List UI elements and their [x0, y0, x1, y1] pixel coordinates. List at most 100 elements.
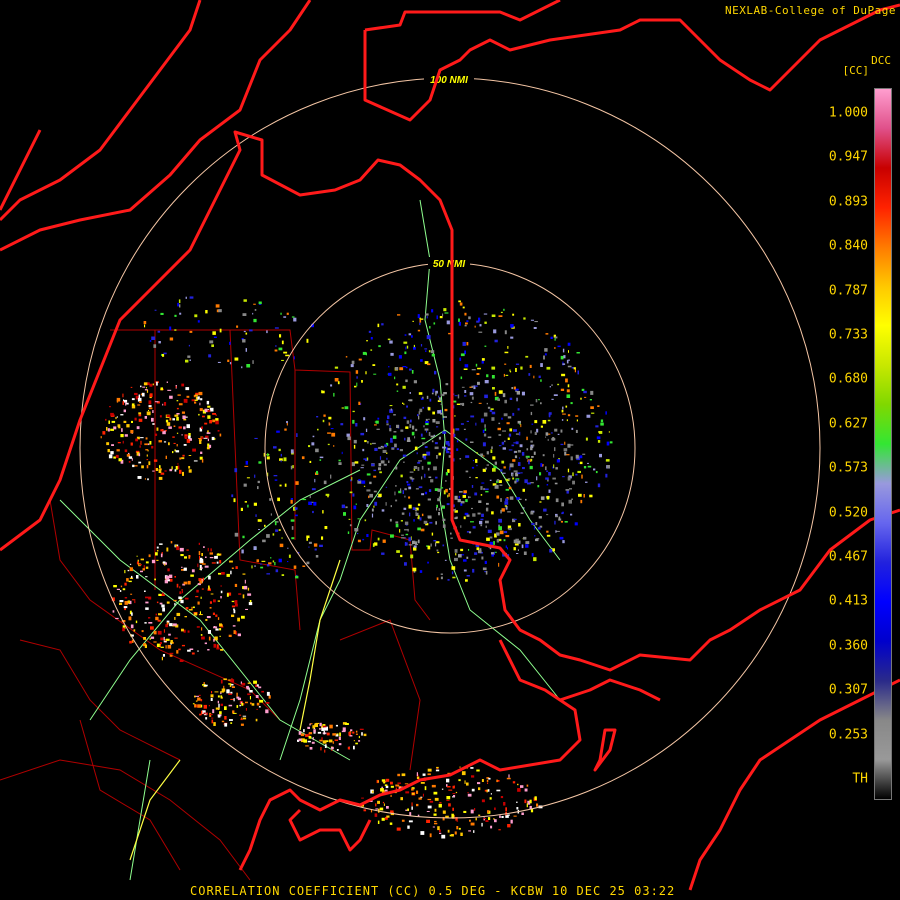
echo-pixel	[365, 428, 368, 432]
echo-pixel	[350, 364, 354, 368]
echo-pixel	[143, 321, 147, 325]
echo-pixel	[148, 405, 152, 408]
echo-pixel	[405, 426, 409, 429]
echo-pixel	[409, 392, 411, 394]
echo-pixel	[404, 334, 407, 336]
echo-pixel	[402, 385, 406, 389]
echo-pixel	[470, 441, 474, 443]
echo-pixel	[178, 648, 181, 651]
echo-pixel	[463, 516, 466, 520]
echo-pixel	[182, 454, 185, 457]
echo-pixel	[211, 717, 214, 719]
echo-pixel	[444, 312, 449, 314]
colorbar-unit: [CC]	[842, 64, 870, 77]
echo-pixel	[134, 392, 138, 396]
echo-pixel	[504, 501, 509, 505]
echo-pixel	[493, 329, 497, 334]
echo-pixel	[515, 368, 517, 372]
echo-pixel	[356, 382, 358, 387]
echo-pixel	[130, 430, 134, 434]
echo-pixel	[244, 579, 246, 584]
echo-pixel	[440, 576, 443, 580]
echo-pixel	[447, 579, 450, 581]
echo-pixel	[233, 498, 236, 503]
echo-pixel	[278, 558, 282, 563]
echo-pixel	[524, 788, 528, 792]
echo-pixel	[215, 304, 220, 308]
echo-pixel	[409, 812, 412, 816]
echo-pixel	[490, 449, 493, 453]
echo-pixel	[386, 457, 388, 460]
echo-pixel	[159, 644, 161, 647]
echo-pixel	[498, 562, 500, 567]
echo-pixel	[255, 695, 259, 698]
echo-pixel	[110, 412, 114, 416]
echo-pixel	[421, 513, 424, 517]
echo-pixel	[328, 422, 330, 426]
echo-pixel	[470, 521, 474, 523]
echo-pixel	[441, 834, 446, 839]
echo-pixel	[433, 322, 436, 325]
echo-pixel	[452, 785, 455, 789]
echo-pixel	[361, 797, 364, 799]
echo-pixel	[201, 710, 203, 715]
echo-pixel	[461, 386, 465, 388]
echo-pixel	[182, 471, 184, 476]
echo-pixel	[249, 690, 253, 693]
echo-pixel	[252, 360, 254, 364]
echo-pixel	[400, 474, 403, 478]
echo-pixel	[548, 412, 551, 417]
echo-pixel	[308, 501, 312, 505]
echo-pixel	[145, 596, 149, 599]
echo-pixel	[389, 428, 392, 432]
echo-pixel	[605, 411, 607, 415]
echo-pixel	[243, 299, 247, 302]
echo-pixel	[517, 472, 521, 474]
echo-pixel	[109, 406, 111, 408]
echo-pixel	[372, 543, 375, 547]
colorbar-tick-label: 0.840	[828, 238, 868, 254]
echo-pixel	[411, 335, 413, 338]
echo-pixel	[472, 568, 475, 573]
echo-pixel	[542, 454, 545, 457]
echo-pixel	[521, 391, 525, 396]
echo-pixel	[307, 726, 310, 729]
echo-pixel	[426, 316, 428, 319]
echo-pixel	[166, 381, 168, 383]
echo-pixel	[284, 428, 287, 431]
echo-pixel	[306, 338, 309, 343]
echo-pixel	[410, 419, 412, 423]
echo-pixel	[194, 704, 197, 708]
echo-pixel	[574, 368, 576, 373]
echo-pixel	[536, 803, 539, 807]
echo-pixel	[485, 820, 489, 822]
echo-pixel	[488, 777, 491, 780]
roads	[59, 199, 561, 881]
echo-pixel	[404, 488, 407, 491]
echo-pixel	[464, 312, 467, 316]
echo-pixel	[314, 548, 317, 551]
echo-pixel	[374, 424, 377, 426]
echo-pixel	[425, 350, 427, 352]
echo-pixel	[370, 809, 373, 813]
echo-pixel	[208, 636, 211, 641]
echo-pixel	[451, 571, 454, 575]
echo-pixel	[247, 682, 251, 684]
echo-pixel	[481, 513, 484, 517]
echo-pixel	[530, 511, 534, 515]
echo-pixel	[179, 312, 182, 315]
echo-pixel	[553, 454, 555, 458]
echo-pixel	[544, 348, 548, 352]
echo-pixel	[562, 348, 565, 353]
echo-pixel	[199, 557, 203, 560]
echo-pixel	[501, 441, 505, 445]
echo-pixel	[551, 398, 554, 400]
echo-pixel	[493, 551, 495, 555]
echo-pixel	[544, 353, 547, 356]
echo-pixel	[314, 478, 316, 483]
echo-pixel	[165, 455, 167, 459]
echo-pixel	[163, 441, 167, 443]
echo-pixel	[343, 506, 345, 508]
echo-pixel	[186, 395, 190, 398]
echo-pixel	[371, 790, 374, 793]
